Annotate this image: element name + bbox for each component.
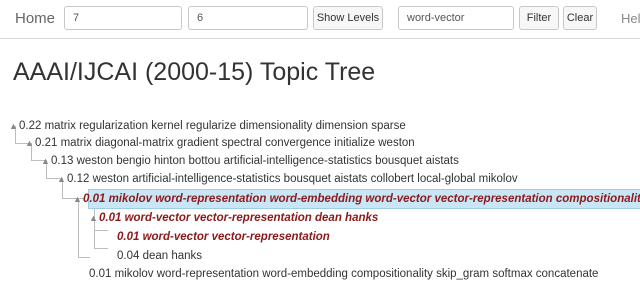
tree-node-selected[interactable]: ▲0.01 mikolov word-representation word-e…	[73, 191, 640, 207]
tree-node[interactable]: 0.04 dean hanks	[117, 248, 202, 264]
search-input[interactable]	[398, 6, 514, 30]
tree-node[interactable]: ▲0.01 word-vector vector-representation …	[89, 210, 378, 226]
tree-node-label: 0.13 weston bengio hinton bottou artific…	[51, 155, 459, 167]
tree-node[interactable]: ▲0.12 weston artificial-intelligence-sta…	[57, 171, 518, 187]
tree-node-label: 0.01 mikolov word-representation word-em…	[89, 268, 599, 280]
tree-node[interactable]: ▲0.13 weston bengio hinton bottou artifi…	[41, 153, 459, 169]
collapse-toggle-icon[interactable]: ▲	[25, 135, 35, 151]
tree-connector	[94, 248, 108, 249]
page-title: AAAI/IJCAI (2000-15) Topic Tree	[13, 58, 376, 86]
tree-node-label: 0.01 mikolov word-representation word-em…	[83, 193, 640, 205]
tree-node[interactable]: ▲0.21 matrix diagonal-matrix gradient sp…	[25, 135, 415, 151]
collapse-toggle-icon[interactable]: ▲	[9, 118, 19, 134]
tree-connector	[78, 198, 79, 258]
tree-node-label: 0.12 weston artificial-intelligence-stat…	[67, 173, 518, 185]
tree-connector	[94, 230, 108, 231]
level-from-input[interactable]	[64, 6, 182, 30]
help-link[interactable]: Help	[621, 11, 640, 26]
tree-node[interactable]: ▲0.22 matrix regularization kernel regul…	[9, 118, 406, 134]
clear-button[interactable]: Clear	[563, 6, 597, 30]
home-link[interactable]: Home	[15, 10, 55, 27]
level-to-input[interactable]	[188, 6, 308, 30]
tree-node[interactable]: 0.01 word-vector vector-representation	[117, 229, 330, 245]
collapse-toggle-icon[interactable]: ▲	[73, 191, 83, 207]
top-navbar: Home Show Levels Filter Clear Help	[0, 0, 640, 39]
collapse-toggle-icon[interactable]: ▲	[89, 210, 99, 226]
tree-node-label: 0.01 word-vector vector-representation	[117, 231, 330, 243]
tree-node-label: 0.22 matrix regularization kernel regula…	[19, 120, 406, 132]
collapse-toggle-icon[interactable]: ▲	[57, 171, 67, 187]
tree-connector	[78, 257, 90, 258]
filter-button[interactable]: Filter	[519, 6, 559, 30]
collapse-toggle-icon[interactable]: ▲	[41, 153, 51, 169]
tree-node-label: 0.04 dean hanks	[117, 250, 203, 262]
tree-node-label: 0.01 word-vector vector-representation d…	[99, 212, 379, 224]
tree-node-label: 0.21 matrix diagonal-matrix gradient spe…	[35, 137, 415, 149]
show-levels-button[interactable]: Show Levels	[313, 6, 383, 30]
